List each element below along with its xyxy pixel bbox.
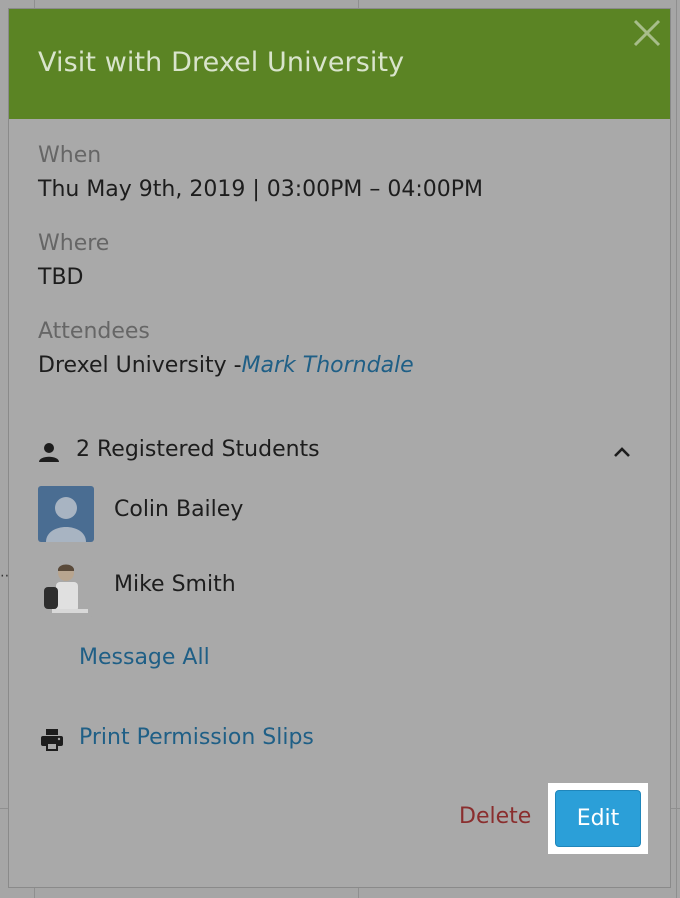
where-label: Where	[38, 231, 110, 256]
modal-title: Visit with Drexel University	[38, 47, 405, 78]
default-avatar-icon	[38, 486, 94, 542]
registered-students-header[interactable]: 2 Registered Students	[38, 437, 638, 467]
student-name: Mike Smith	[114, 572, 236, 597]
student-name: Colin Bailey	[114, 497, 244, 522]
event-details-modal: Visit with Drexel University When Thu Ma…	[8, 8, 671, 888]
avatar	[38, 486, 94, 542]
edit-button[interactable]: Edit	[555, 790, 641, 847]
student-row[interactable]: Mike Smith	[38, 561, 438, 619]
when-value: Thu May 9th, 2019 | 03:00PM – 04:00PM	[38, 177, 484, 202]
attendees-label: Attendees	[38, 319, 150, 344]
when-label: When	[38, 143, 102, 168]
avatar	[38, 561, 94, 617]
registered-students-title: 2 Registered Students	[76, 437, 320, 462]
close-icon[interactable]	[632, 18, 662, 48]
print-permission-slips-link[interactable]: Print Permission Slips	[79, 725, 314, 750]
student-photo-icon	[38, 561, 94, 617]
person-icon	[39, 443, 59, 462]
attendee-contact-link[interactable]: Mark Thorndale	[242, 353, 414, 378]
edit-button-highlight: Edit	[548, 783, 648, 854]
delete-button[interactable]: Delete	[459, 804, 531, 829]
message-all-link[interactable]: Message All	[79, 645, 210, 670]
print-icon	[41, 729, 63, 751]
student-row[interactable]: Colin Bailey	[38, 486, 438, 544]
modal-header: Visit with Drexel University	[9, 9, 670, 119]
grid-line	[676, 0, 677, 898]
attendees-value: Drexel University -Mark Thorndale	[38, 353, 414, 378]
chevron-up-icon[interactable]	[611, 441, 633, 463]
where-value: TBD	[38, 265, 84, 290]
attendee-organization: Drexel University -	[38, 353, 242, 378]
